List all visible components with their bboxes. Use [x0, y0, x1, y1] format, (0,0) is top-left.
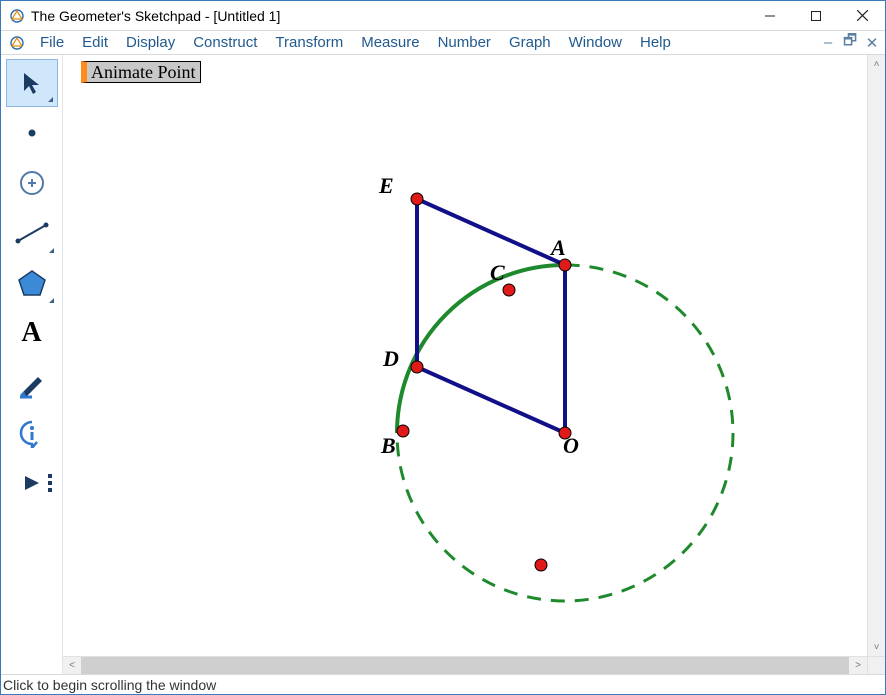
- scroll-left-arrow-icon[interactable]: ˂: [63, 657, 81, 674]
- label-E[interactable]: E: [379, 173, 394, 199]
- statusbar: Click to begin scrolling the window: [1, 674, 885, 694]
- compass-tool[interactable]: [6, 159, 58, 207]
- canvas-viewport: Animate Point E A C D B O ˄ ˅ ˂: [63, 55, 885, 674]
- menu-number[interactable]: Number: [429, 32, 500, 53]
- app-icon: [9, 8, 25, 24]
- toolbox: A: [1, 55, 63, 674]
- mdi-restore-icon[interactable]: 🗗: [843, 30, 857, 55]
- text-tool[interactable]: A: [6, 309, 58, 357]
- menu-display[interactable]: Display: [117, 32, 184, 53]
- menubar: File Edit Display Construct Transform Me…: [1, 31, 885, 55]
- menu-help[interactable]: Help: [631, 32, 680, 53]
- point-tool[interactable]: [6, 109, 58, 157]
- scroll-up-arrow-icon[interactable]: ˄: [868, 55, 885, 73]
- label-B[interactable]: B: [381, 433, 396, 459]
- doc-icon: [9, 35, 25, 51]
- close-button[interactable]: [839, 1, 885, 31]
- selection-arrow-tool[interactable]: [6, 59, 58, 107]
- horizontal-scrollbar[interactable]: ˂ ˃: [63, 656, 867, 674]
- straightedge-tool[interactable]: [6, 209, 58, 257]
- menu-window[interactable]: Window: [560, 32, 631, 53]
- marker-tool[interactable]: [6, 359, 58, 407]
- menu-measure[interactable]: Measure: [352, 32, 428, 53]
- information-tool[interactable]: [6, 409, 58, 457]
- geometry-layer: [63, 55, 867, 656]
- custom-tool[interactable]: [6, 459, 58, 507]
- sketch-canvas[interactable]: Animate Point E A C D B O: [63, 55, 867, 656]
- mdi-minimize-icon[interactable]: –: [821, 34, 835, 51]
- workspace: A Animate Point E A C: [1, 55, 885, 674]
- mdi-controls: – 🗗 ✕: [821, 30, 885, 55]
- menu-construct[interactable]: Construct: [184, 32, 266, 53]
- polygon-tool[interactable]: [6, 259, 58, 307]
- minimize-button[interactable]: [747, 1, 793, 31]
- menu-edit[interactable]: Edit: [73, 32, 117, 53]
- label-C[interactable]: C: [490, 260, 505, 286]
- scroll-right-arrow-icon[interactable]: ˃: [849, 657, 867, 674]
- label-O[interactable]: O: [563, 433, 579, 459]
- label-D[interactable]: D: [383, 346, 399, 372]
- scroll-corner: [867, 656, 885, 674]
- document-area: Animate Point E A C D B O ˄ ˅ ˂: [63, 55, 885, 674]
- menu-transform[interactable]: Transform: [266, 32, 352, 53]
- maximize-button[interactable]: [793, 1, 839, 31]
- scroll-thumb[interactable]: [81, 657, 849, 674]
- label-A[interactable]: A: [551, 235, 566, 261]
- vertical-scrollbar[interactable]: ˄ ˅: [867, 55, 885, 656]
- menu-graph[interactable]: Graph: [500, 32, 560, 53]
- app-window: The Geometer's Sketchpad - [Untitled 1] …: [0, 0, 886, 695]
- scroll-down-arrow-icon[interactable]: ˅: [868, 638, 885, 656]
- mdi-close-icon[interactable]: ✕: [865, 34, 879, 52]
- titlebar: The Geometer's Sketchpad - [Untitled 1]: [1, 1, 885, 31]
- status-text: Click to begin scrolling the window: [3, 677, 216, 693]
- menu-file[interactable]: File: [31, 32, 73, 53]
- window-title: The Geometer's Sketchpad - [Untitled 1]: [31, 8, 747, 24]
